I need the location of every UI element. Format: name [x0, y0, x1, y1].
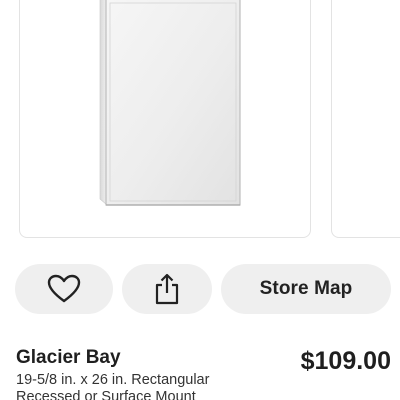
product-page: Store Map Glacier Bay $109.00 19-5/8 in.…	[0, 0, 400, 400]
heart-icon	[47, 274, 81, 304]
action-bar: Store Map	[0, 264, 400, 316]
store-map-button[interactable]: Store Map	[221, 264, 391, 314]
image-carousel[interactable]	[0, 0, 400, 240]
medicine-cabinet-mirror-image	[99, 0, 241, 206]
product-description[interactable]: 19-5/8 in. x 26 in. Rectangular Recessed…	[16, 372, 276, 400]
product-image-card[interactable]	[19, 0, 311, 238]
share-button[interactable]	[122, 264, 212, 314]
share-icon	[154, 273, 180, 305]
store-map-label: Store Map	[259, 278, 353, 299]
product-brand[interactable]: Glacier Bay	[16, 347, 121, 369]
description-line: 19-5/8 in. x 26 in. Rectangular	[16, 372, 210, 388]
favorite-button[interactable]	[15, 264, 113, 314]
next-image-card[interactable]	[331, 0, 400, 238]
product-info: Glacier Bay $109.00 19-5/8 in. x 26 in. …	[0, 340, 400, 400]
product-price: $109.00	[300, 347, 391, 375]
description-line: Recessed or Surface Mount	[16, 389, 196, 400]
